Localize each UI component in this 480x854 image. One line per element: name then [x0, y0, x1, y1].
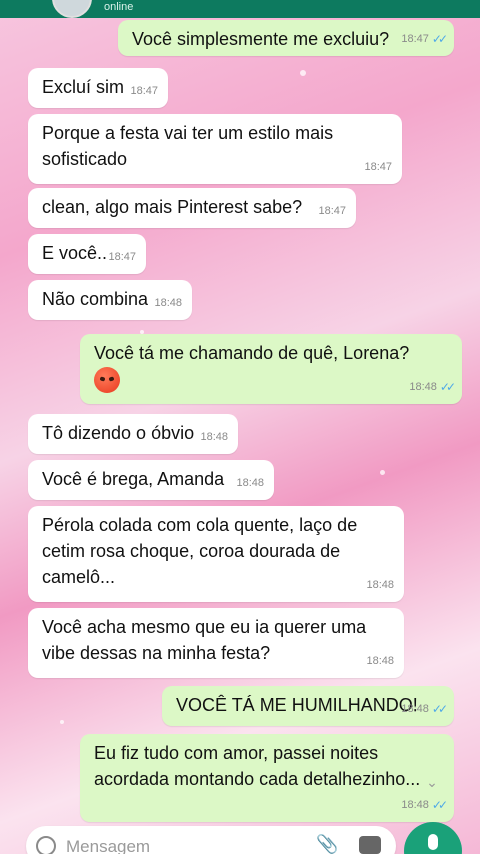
message-text: Porque a festa vai ter um estilo mais so…	[42, 123, 334, 169]
background-sparkle	[380, 470, 385, 475]
background-sparkle	[60, 720, 64, 724]
background-sparkle	[300, 70, 306, 76]
message-text: VOCÊ TÁ ME HUMILHANDO!	[176, 695, 418, 715]
message-text: Excluí sim	[42, 77, 125, 97]
scroll-down-button[interactable]: ⌄	[418, 768, 446, 796]
message-input[interactable]	[66, 834, 296, 854]
message-bubble-incoming[interactable]: clean, algo mais Pinterest sabe? 18:47	[28, 188, 356, 228]
message-time: 18:47	[108, 251, 136, 263]
message-text: clean, algo mais Pinterest sabe?	[42, 197, 303, 217]
message-text: Eu fiz tudo com amor, passei noites acor…	[94, 743, 421, 789]
message-bubble-outgoing[interactable]: VOCÊ TÁ ME HUMILHANDO! 18:48 ✓✓	[162, 686, 454, 726]
message-text: Você é brega, Amanda	[42, 469, 225, 489]
contact-status: online	[104, 1, 134, 13]
message-text: E você..	[42, 243, 108, 263]
message-time: 18:47	[401, 33, 429, 45]
message-bubble-outgoing[interactable]: Você tá me chamando de quê, Lorena? 18:4…	[80, 334, 462, 404]
camera-icon[interactable]	[359, 836, 381, 854]
message-bubble-incoming[interactable]: Tô dizendo o óbvio 18:48	[28, 414, 238, 454]
message-bubble-outgoing[interactable]: Você simplesmente me excluiu? 18:47 ✓✓	[118, 20, 454, 56]
message-bubble-incoming[interactable]: Você é brega, Amanda 18:48	[28, 460, 274, 500]
message-time: 18:48	[401, 799, 429, 811]
message-text: Você tá me chamando de quê, Lorena?	[94, 343, 410, 363]
message-time: 18:47	[130, 85, 158, 97]
message-text: Tô dizendo o óbvio	[42, 423, 195, 443]
message-time: 18:48	[154, 297, 182, 309]
message-time: 18:48	[236, 477, 264, 489]
attach-icon[interactable]: 📎	[316, 834, 338, 854]
message-time: 18:48	[401, 703, 429, 715]
message-bubble-incoming[interactable]: Excluí sim 18:47	[28, 68, 168, 108]
message-text: Você acha mesmo que eu ia querer uma vib…	[42, 617, 367, 663]
message-bubble-incoming[interactable]: Porque a festa vai ter um estilo mais so…	[28, 114, 402, 184]
message-time: 18:48	[366, 579, 394, 591]
message-bubble-incoming[interactable]: E você.. 18:47	[28, 234, 146, 274]
message-time: 18:48	[409, 381, 437, 393]
double-check-icon: ✓✓	[431, 702, 448, 716]
angry-face-emoji-icon	[94, 367, 120, 394]
message-text: Você simplesmente me excluiu?	[132, 29, 390, 49]
message-bubble-incoming[interactable]: Pérola colada com cola quente, laço de c…	[28, 506, 404, 602]
message-time: 18:47	[364, 161, 392, 173]
message-time: 18:47	[318, 205, 346, 217]
message-bubble-incoming[interactable]: Não combina 18:48	[28, 280, 192, 320]
message-time: 18:48	[366, 655, 394, 667]
double-check-icon: ✓✓	[439, 380, 456, 394]
mic-button[interactable]	[404, 822, 462, 854]
emoji-icon[interactable]	[36, 836, 56, 854]
message-text: Não combina	[42, 289, 149, 309]
message-composer: 📎	[26, 826, 396, 854]
message-bubble-incoming[interactable]: Você acha mesmo que eu ia querer uma vib…	[28, 608, 404, 678]
avatar[interactable]	[52, 0, 92, 18]
double-check-icon: ✓✓	[431, 32, 448, 46]
chat-header[interactable]: online	[0, 0, 480, 18]
message-bubble-outgoing[interactable]: Eu fiz tudo com amor, passei noites acor…	[80, 734, 454, 822]
message-text: Pérola colada com cola quente, laço de c…	[42, 515, 358, 587]
message-time: 18:48	[200, 431, 228, 443]
chevron-down-icon: ⌄	[426, 773, 438, 790]
mic-icon	[428, 834, 438, 850]
